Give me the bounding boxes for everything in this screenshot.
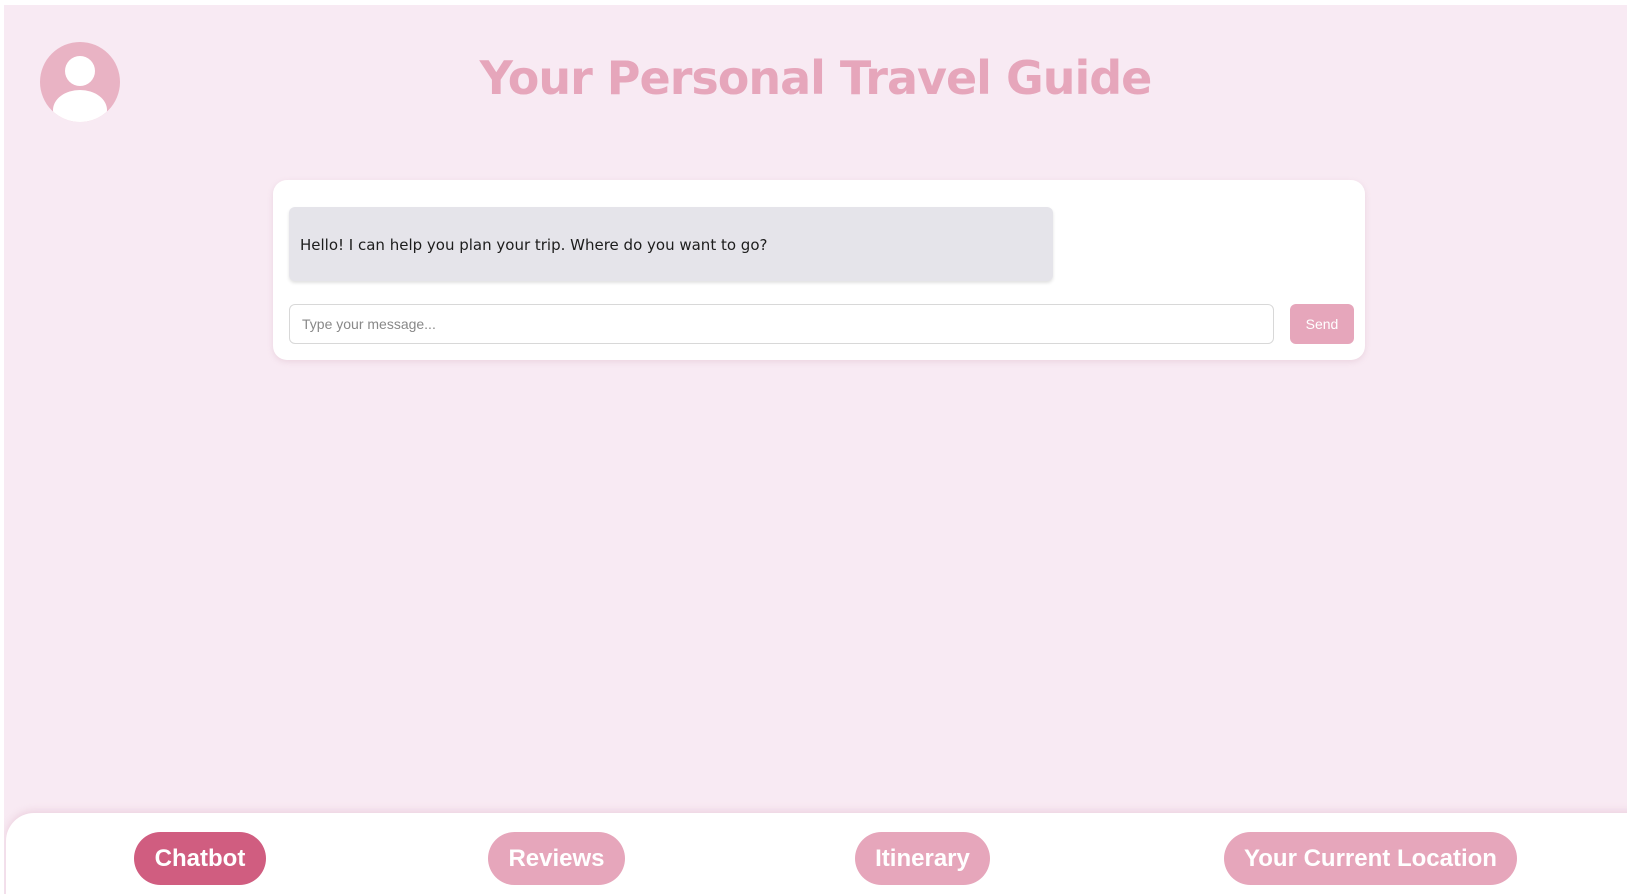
- nav-itinerary-button[interactable]: Itinerary: [855, 832, 990, 885]
- app-window: Your Personal Travel Guide Hello! I can …: [4, 5, 1627, 894]
- bot-message: Hello! I can help you plan your trip. Wh…: [289, 207, 1053, 281]
- bottom-nav: Chatbot Reviews Itinerary Your Current L…: [6, 813, 1627, 894]
- message-input[interactable]: [289, 304, 1274, 344]
- nav-current-location-button[interactable]: Your Current Location: [1224, 832, 1517, 885]
- nav-reviews-button[interactable]: Reviews: [488, 832, 625, 885]
- chat-panel: Hello! I can help you plan your trip. Wh…: [273, 180, 1365, 360]
- send-button[interactable]: Send: [1290, 304, 1354, 344]
- nav-chatbot-button[interactable]: Chatbot: [134, 832, 266, 885]
- page-title: Your Personal Travel Guide: [479, 51, 1153, 105]
